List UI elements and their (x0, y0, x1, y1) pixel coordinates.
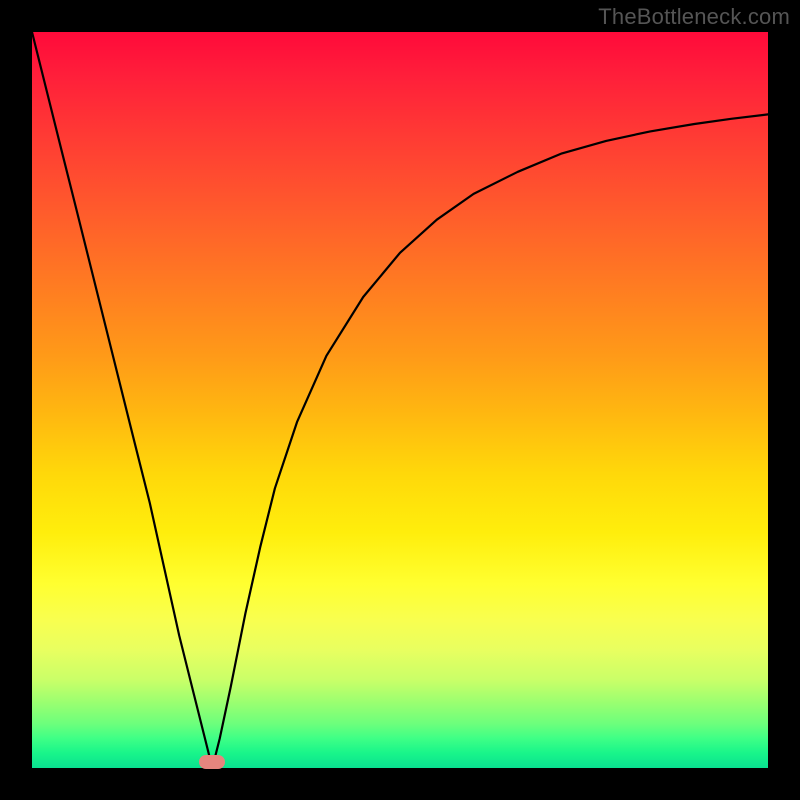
bottleneck-curve (32, 32, 768, 768)
min-point-marker (199, 755, 225, 769)
watermark-text: TheBottleneck.com (598, 4, 790, 30)
chart-frame: TheBottleneck.com (0, 0, 800, 800)
